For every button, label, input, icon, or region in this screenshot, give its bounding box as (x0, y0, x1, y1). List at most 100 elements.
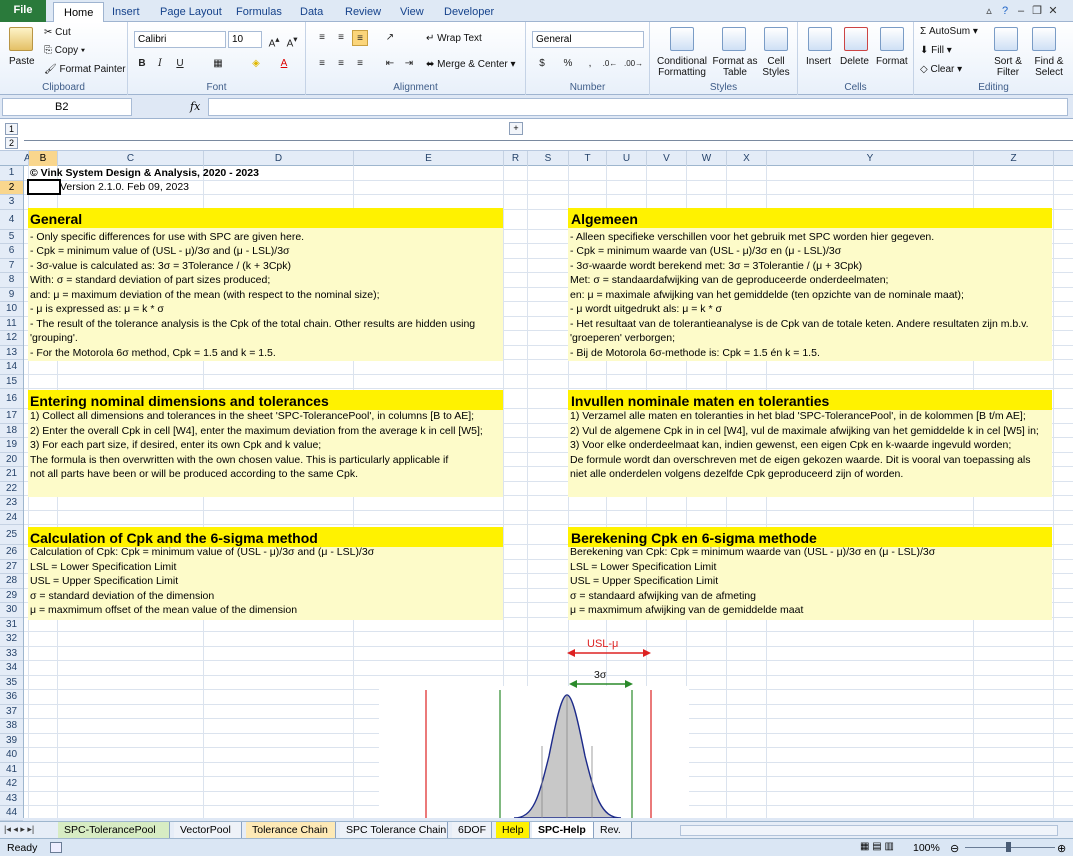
row-header[interactable]: 28 (0, 574, 23, 589)
font-size-select[interactable]: 10 (228, 31, 262, 48)
row-header[interactable]: 17 (0, 409, 23, 424)
row-header[interactable]: 42 (0, 777, 23, 792)
row-header[interactable]: 23 (0, 496, 23, 511)
row-header[interactable]: 1 (0, 166, 23, 181)
zoom-level[interactable]: 100% (913, 842, 940, 854)
row-header[interactable]: 22 (0, 482, 23, 496)
column-header[interactable]: Z (974, 151, 1054, 166)
sheet-tab[interactable]: 6DOF (452, 822, 492, 838)
row-header[interactable]: 44 (0, 806, 23, 821)
outline-level-1[interactable]: 1 (5, 123, 18, 135)
sheet-tab[interactable]: Tolerance Chain (246, 822, 336, 838)
row-header[interactable]: 2 (0, 180, 23, 195)
tab-data[interactable]: Data (290, 2, 333, 22)
sheet-tab[interactable]: VectorPool (174, 822, 242, 838)
align-bottom-icon[interactable]: ≡ (352, 30, 368, 46)
row-header[interactable]: 13 (0, 346, 23, 360)
borders-icon[interactable]: ▦ (210, 56, 226, 72)
column-header[interactable]: E (354, 151, 504, 166)
row-header[interactable]: 38 (0, 719, 23, 734)
row-header[interactable]: 6 (0, 244, 23, 259)
column-header[interactable]: D (204, 151, 354, 166)
bold-button[interactable]: B (134, 56, 150, 72)
currency-icon[interactable]: $ (534, 56, 550, 72)
row-header[interactable]: 26 (0, 545, 23, 560)
restore-icon[interactable]: ❐ (1030, 4, 1044, 18)
format-painter-button[interactable]: 🖌 Format Painter (44, 64, 126, 75)
italic-button[interactable]: I (152, 56, 168, 72)
font-color-icon[interactable]: A (276, 56, 292, 72)
macro-record-icon[interactable] (50, 842, 62, 853)
row-header[interactable]: 43 (0, 792, 23, 806)
column-header[interactable]: R (504, 151, 528, 166)
expand-group-button[interactable]: + (509, 122, 523, 135)
cell-styles-button[interactable]: Cell Styles (760, 56, 792, 78)
orientation-icon[interactable]: ↗ (382, 30, 398, 46)
cut-button[interactable]: ✂ Cut (44, 27, 71, 38)
column-header[interactable]: C (58, 151, 204, 166)
row-header[interactable]: 4 (0, 210, 23, 230)
column-header[interactable]: V (647, 151, 687, 166)
clear-button[interactable]: ◇ Clear ▾ (920, 64, 962, 75)
row-header[interactable]: 20 (0, 453, 23, 467)
row-header[interactable]: 30 (0, 603, 23, 618)
formula-input[interactable] (208, 98, 1068, 116)
worksheet-grid[interactable]: © Vink System Design & Analysis, 2020 - … (24, 166, 1073, 818)
tab-review[interactable]: Review (335, 2, 391, 22)
tab-file[interactable]: File (0, 0, 46, 22)
row-header[interactable]: 12 (0, 331, 23, 346)
autosum-button[interactable]: Σ AutoSum ▾ (920, 26, 978, 37)
tab-insert[interactable]: Insert (102, 2, 150, 22)
zoom-in-icon[interactable]: ⊕ (1057, 842, 1066, 855)
format-as-table-button[interactable]: Format as Table (712, 56, 758, 78)
zoom-slider-thumb[interactable] (1006, 842, 1011, 852)
font-name-select[interactable]: Calibri (134, 31, 226, 48)
row-header[interactable]: 11 (0, 317, 23, 331)
find-select-button[interactable]: Find & Select (1028, 56, 1070, 78)
wrap-text-button[interactable]: ↵ Wrap Text (426, 33, 482, 44)
format-button[interactable]: Format (876, 56, 908, 67)
decrease-decimal-icon[interactable]: .00→ (624, 56, 643, 72)
fill-color-icon[interactable]: ◈ (248, 56, 264, 72)
row-header[interactable]: 10 (0, 302, 23, 317)
close-icon[interactable]: ✕ (1046, 4, 1060, 18)
selected-cell-b2[interactable] (27, 179, 61, 195)
row-header[interactable]: 31 (0, 618, 23, 632)
row-header[interactable]: 14 (0, 360, 23, 375)
row-header[interactable]: 24 (0, 511, 23, 525)
function-icon[interactable]: fx (190, 100, 200, 113)
horizontal-scrollbar[interactable] (680, 825, 1058, 836)
help-icon[interactable]: ? (998, 4, 1012, 18)
view-buttons[interactable]: ▦ ▤ ▥ (860, 841, 894, 852)
tab-page-layout[interactable]: Page Layout (150, 2, 232, 22)
align-middle-icon[interactable]: ≡ (333, 30, 349, 46)
tab-view[interactable]: View (390, 2, 434, 22)
align-right-icon[interactable]: ≡ (352, 56, 368, 72)
row-header[interactable]: 15 (0, 375, 23, 389)
align-left-icon[interactable]: ≡ (314, 56, 330, 72)
paste-button[interactable]: Paste (9, 56, 35, 67)
decrease-indent-icon[interactable]: ⇤ (382, 56, 398, 72)
sheet-tab[interactable]: Help (496, 822, 530, 838)
sheet-tab[interactable]: SPC Tolerance Chain (340, 822, 448, 838)
row-header[interactable]: 40 (0, 748, 23, 763)
shrink-font-icon[interactable]: A▾ (284, 31, 300, 49)
column-header[interactable]: T (569, 151, 607, 166)
sheet-nav-arrows[interactable]: |◂ ◂ ▸ ▸| (4, 824, 34, 835)
sheet-tab[interactable]: SPC-TolerancePool (58, 822, 170, 838)
percent-icon[interactable]: % (560, 56, 576, 72)
row-header[interactable]: 18 (0, 424, 23, 438)
merge-center-button[interactable]: ⬌ Merge & Center ▾ (426, 59, 516, 70)
tab-home[interactable]: Home (53, 2, 105, 22)
row-header[interactable]: 21 (0, 467, 23, 482)
align-top-icon[interactable]: ≡ (314, 30, 330, 46)
zoom-out-icon[interactable]: ⊖ (950, 842, 959, 855)
row-header[interactable]: 32 (0, 632, 23, 647)
row-header[interactable]: 5 (0, 230, 23, 244)
underline-button[interactable]: U (172, 56, 188, 72)
column-header[interactable]: S (528, 151, 569, 166)
column-header[interactable]: X (727, 151, 767, 166)
row-header[interactable]: 33 (0, 647, 23, 661)
row-header[interactable]: 34 (0, 661, 23, 676)
sheet-tab[interactable]: SPC-Help (532, 822, 594, 838)
